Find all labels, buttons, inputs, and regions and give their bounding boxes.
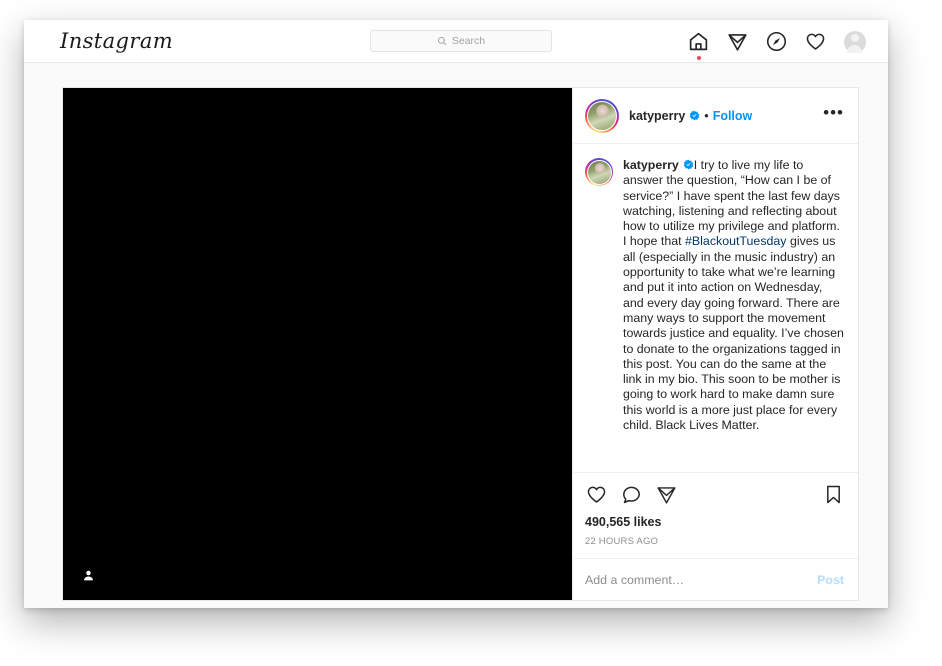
search-placeholder: Search xyxy=(451,35,486,47)
instagram-window: Instagram Search katyperry • Follow ••• … xyxy=(24,20,888,608)
post-options-button[interactable]: ••• xyxy=(823,104,844,123)
caption-username[interactable]: katyperry xyxy=(623,158,679,172)
add-comment-input[interactable] xyxy=(585,572,818,587)
likes-count[interactable]: 490,565 likes xyxy=(585,515,844,529)
profile-avatar-icon[interactable] xyxy=(843,30,866,53)
share-icon[interactable] xyxy=(655,483,677,505)
author-avatar[interactable] xyxy=(585,98,619,133)
page-body: katyperry • Follow ••• katyperry I try t… xyxy=(24,63,888,608)
home-notification-dot xyxy=(696,56,701,60)
post-actions: 490,565 likes 22 HOURS AGO xyxy=(573,472,858,558)
action-icon-row xyxy=(585,483,844,505)
post-card: katyperry • Follow ••• katyperry I try t… xyxy=(62,87,859,601)
post-header: katyperry • Follow ••• xyxy=(573,88,858,144)
home-icon[interactable] xyxy=(687,30,710,60)
caption-body-2: gives us all (especially in the music in… xyxy=(623,234,844,433)
caption-hashtag-link[interactable]: #BlackoutTuesday xyxy=(685,234,786,248)
post-author-username[interactable]: katyperry xyxy=(629,109,685,123)
follow-button[interactable]: Follow xyxy=(713,109,753,123)
instagram-logo[interactable]: Instagram xyxy=(60,29,173,53)
post-media[interactable] xyxy=(63,88,572,600)
explore-icon[interactable] xyxy=(765,30,788,53)
nav-icon-group xyxy=(687,20,866,63)
caption-block: katyperry I try to live my life to answer… xyxy=(585,158,844,433)
verified-badge-icon xyxy=(689,110,700,121)
comment-icon[interactable] xyxy=(620,483,642,505)
caption-scroll-area[interactable]: katyperry I try to live my life to answer… xyxy=(573,144,858,472)
search-input[interactable]: Search xyxy=(370,30,552,52)
caption-author-avatar[interactable] xyxy=(585,158,613,186)
activity-heart-icon[interactable] xyxy=(804,30,827,53)
heart-icon[interactable] xyxy=(585,483,607,505)
avatar-head xyxy=(850,34,859,42)
bookmark-icon[interactable] xyxy=(822,483,844,505)
comment-bar: Post xyxy=(573,558,858,600)
post-sidebar: katyperry • Follow ••• katyperry I try t… xyxy=(572,88,858,600)
post-timestamp: 22 HOURS AGO xyxy=(585,536,659,547)
avatar-body xyxy=(847,45,862,53)
direct-message-icon[interactable] xyxy=(726,30,749,53)
caption-verified-badge-icon xyxy=(683,159,694,170)
top-navigation-bar: Instagram Search xyxy=(24,20,888,63)
post-comment-button[interactable]: Post xyxy=(817,573,844,587)
caption-text: katyperry I try to live my life to answer… xyxy=(623,158,844,433)
tagged-people-icon[interactable] xyxy=(81,568,95,582)
search-icon xyxy=(437,36,447,46)
header-separator: • xyxy=(704,108,709,123)
